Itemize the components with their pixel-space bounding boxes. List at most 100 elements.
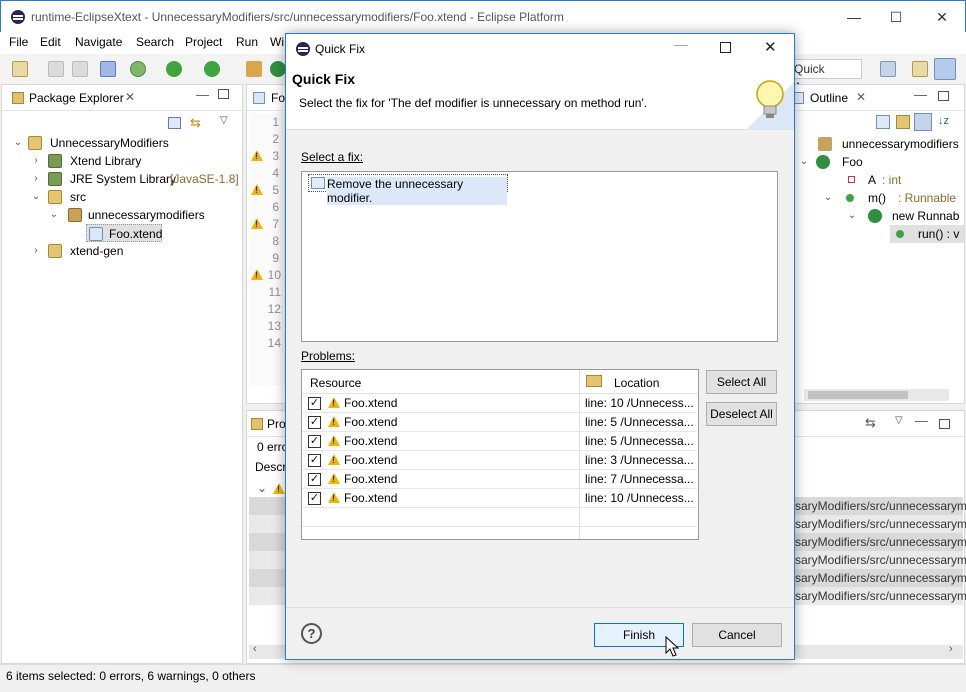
package-explorer-title: Package Explorer: [29, 91, 124, 105]
folder-icon: [586, 375, 602, 387]
open-perspective-icon[interactable]: [880, 61, 896, 77]
maximize-button[interactable]: ☐: [873, 5, 919, 29]
warning-marker-icon[interactable]: [251, 269, 263, 280]
problem-checkbox[interactable]: ✓: [308, 435, 321, 448]
new-icon[interactable]: [12, 61, 28, 77]
problem-row[interactable]: ✓ Foo.xtend line: 5 /Unnecessa...: [302, 432, 697, 451]
window-title: runtime-EclipseXtext - UnnecessaryModifi…: [31, 10, 564, 24]
dialog-titlebar: Quick Fix — ✕: [286, 34, 794, 64]
warning-icon: [328, 492, 340, 503]
maximize-view-icon[interactable]: [938, 91, 949, 101]
minimize-button[interactable]: —: [831, 5, 877, 29]
problem-checkbox[interactable]: ✓: [308, 397, 321, 410]
save-icon[interactable]: [48, 61, 64, 77]
close-view-icon[interactable]: ✕: [856, 90, 866, 104]
java-perspective-icon[interactable]: [934, 58, 956, 80]
warning-marker-icon[interactable]: [251, 184, 263, 195]
deselect-all-button[interactable]: Deselect All: [706, 402, 777, 426]
problem-row[interactable]: ✓ Foo.xtend line: 3 /Unnecessa...: [302, 451, 697, 470]
minimize-view-icon[interactable]: —: [915, 413, 928, 428]
expand-toggle-icon[interactable]: ⌄: [12, 134, 24, 152]
problem-checkbox[interactable]: ✓: [308, 492, 321, 505]
warning-marker-icon[interactable]: [251, 218, 263, 229]
new-project-icon[interactable]: [246, 61, 262, 77]
filter-icon[interactable]: ⇆: [865, 415, 876, 431]
lightbulb-icon: [746, 80, 794, 130]
problem-row[interactable]: ✓ Foo.xtend line: 5 /Unnecessa...: [302, 413, 697, 432]
external-tools-icon[interactable]: [204, 61, 220, 77]
view-menu-icon[interactable]: ▽: [220, 115, 228, 126]
outline-hscrollbar[interactable]: [804, 389, 949, 401]
editor-tab-foo[interactable]: Fo: [247, 85, 287, 111]
save-all-icon[interactable]: [72, 61, 88, 77]
fix-list[interactable]: Remove the unnecessary modifier.: [301, 171, 778, 342]
scroll-left-icon[interactable]: ‹: [253, 643, 257, 655]
location-column-header[interactable]: Location: [614, 376, 659, 390]
package-explorer-tab[interactable]: Package Explorer ✕ —: [2, 85, 242, 111]
description-column-header[interactable]: Descr: [255, 460, 286, 474]
expand-toggle-icon[interactable]: ›: [30, 170, 42, 188]
run-icon[interactable]: [166, 61, 182, 77]
outline-tab[interactable]: Outline ✕ —: [788, 85, 964, 111]
debug-icon[interactable]: [130, 61, 146, 77]
quick-access-input[interactable]: Quick Access: [790, 59, 862, 94]
close-button[interactable]: ✕: [919, 5, 965, 29]
minimize-view-icon[interactable]: —: [196, 87, 209, 102]
menu-window[interactable]: Wi: [270, 35, 284, 49]
view-menu-icon[interactable]: ▽: [895, 415, 903, 426]
dialog-window-title: Quick Fix: [315, 42, 366, 56]
class-icon: [816, 155, 830, 169]
outline-item-method-run[interactable]: run() : v: [890, 225, 964, 243]
sync-icon[interactable]: [914, 113, 932, 131]
link-editor-icon[interactable]: ⇆: [190, 115, 201, 131]
skip-breakpoints-icon[interactable]: [100, 61, 116, 77]
menu-project[interactable]: Project: [185, 35, 222, 49]
expand-toggle-icon[interactable]: ›: [30, 242, 42, 260]
problem-row[interactable]: ✓ Foo.xtend line: 10 /Unnecess...: [302, 394, 697, 413]
fix-item[interactable]: Remove the unnecessary modifier.: [308, 174, 508, 205]
resource-perspective-icon[interactable]: [912, 61, 928, 77]
close-view-icon[interactable]: ✕: [125, 90, 135, 104]
warning-marker-icon[interactable]: [251, 150, 263, 161]
problem-checkbox[interactable]: ✓: [308, 473, 321, 486]
expand-toggle-icon[interactable]: ⌄: [30, 188, 42, 206]
expand-toggle-icon[interactable]: ⌄: [846, 207, 858, 225]
warning-icon: [328, 416, 340, 427]
problem-row-empty: [302, 508, 697, 527]
resource-column-header[interactable]: Resource: [310, 376, 361, 390]
scroll-thumb[interactable]: [808, 391, 908, 399]
sort-icon[interactable]: ↓z: [938, 115, 949, 127]
menu-search[interactable]: Search: [136, 35, 174, 49]
problem-row[interactable]: ✓ Foo.xtend line: 10 /Unnecess...: [302, 489, 697, 508]
xtend-icon[interactable]: [270, 61, 286, 77]
menu-file[interactable]: File: [9, 35, 28, 49]
menu-navigate[interactable]: Navigate: [75, 35, 122, 49]
hide-static-icon[interactable]: [896, 115, 910, 129]
expand-toggle-icon[interactable]: ⌄: [48, 206, 60, 224]
hide-fields-icon[interactable]: [876, 115, 890, 129]
cancel-button[interactable]: Cancel: [692, 623, 782, 647]
menu-edit[interactable]: Edit: [40, 35, 61, 49]
problem-checkbox[interactable]: ✓: [308, 416, 321, 429]
xtend-file-icon: [89, 227, 103, 241]
tree-item-foo-xtend[interactable]: Foo.xtend: [86, 224, 162, 242]
collapse-all-icon[interactable]: [168, 117, 181, 129]
dialog-close-button[interactable]: ✕: [764, 38, 777, 56]
problem-checkbox[interactable]: ✓: [308, 454, 321, 467]
minimize-view-icon[interactable]: —: [914, 87, 927, 102]
maximize-view-icon[interactable]: [218, 89, 229, 99]
library-icon: [48, 172, 62, 186]
expand-toggle-icon[interactable]: ⌄: [257, 481, 267, 495]
dialog-minimize-button[interactable]: —: [674, 36, 688, 52]
maximize-view-icon[interactable]: [939, 419, 950, 429]
problems-table[interactable]: Resource Location ✓ Foo.xtend line: 10 /…: [301, 369, 699, 540]
expand-toggle-icon[interactable]: ⌄: [822, 189, 834, 207]
expand-toggle-icon[interactable]: ›: [30, 152, 42, 170]
expand-toggle-icon[interactable]: ⌄: [798, 153, 810, 171]
select-all-button[interactable]: Select All: [706, 370, 777, 394]
help-icon[interactable]: ?: [301, 623, 322, 644]
scroll-right-icon[interactable]: ›: [949, 643, 953, 655]
problem-row[interactable]: ✓ Foo.xtend line: 7 /Unnecessa...: [302, 470, 697, 489]
dialog-maximize-button[interactable]: [720, 42, 731, 53]
menu-run[interactable]: Run: [236, 35, 258, 49]
